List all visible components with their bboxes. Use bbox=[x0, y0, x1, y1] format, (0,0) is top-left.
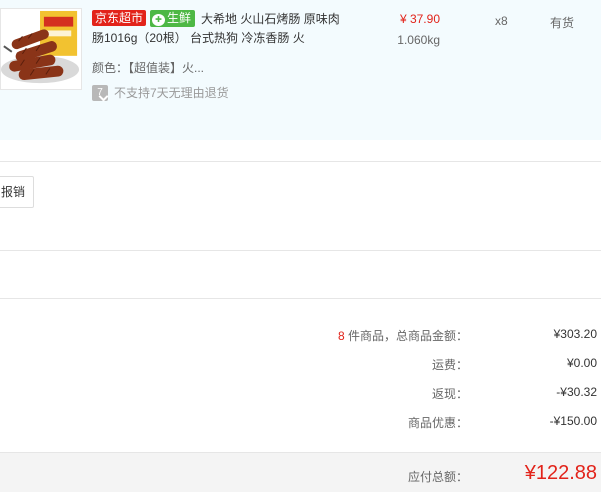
product-thumbnail[interactable] bbox=[0, 8, 82, 90]
summary-discount-row: 商品优惠： -¥150.00 bbox=[0, 414, 601, 434]
goods-total-label: 8 件商品，总商品金额： bbox=[338, 327, 468, 344]
shipping-amount: ¥0.00 bbox=[566, 356, 597, 370]
product-title[interactable]: 京东超市 ✚ 生鲜 大希地 火山石烤肠 原味肉肠1016g（20根） 台式热狗 冷冻香… bbox=[92, 10, 342, 48]
order-item-section: 京东超市 ✚ 生鲜 大希地 火山石烤肠 原味肉肠1016g（20根） 台式热狗 冷冻香… bbox=[0, 0, 601, 140]
item-quantity: x8 bbox=[495, 14, 508, 28]
item-weight: 1.060kg bbox=[397, 33, 440, 47]
unit-price: ¥ 37.90 bbox=[399, 12, 440, 26]
cashback-amount: -¥30.32 bbox=[556, 385, 597, 399]
discount-amount: -¥150.00 bbox=[549, 414, 597, 428]
discount-label: 商品优惠： bbox=[407, 416, 468, 430]
color-value: 【超值装】火... bbox=[128, 61, 205, 75]
cashback-label: 返现： bbox=[431, 387, 468, 401]
sausage-product-image bbox=[1, 9, 81, 89]
color-label: 颜色： bbox=[92, 61, 129, 75]
fresh-badge-label: 生鲜 bbox=[167, 11, 192, 25]
section-divider bbox=[0, 161, 601, 162]
fresh-badge: ✚ 生鲜 bbox=[150, 10, 196, 27]
goods-count: 8 bbox=[337, 329, 345, 343]
jd-supermarket-badge: 京东超市 bbox=[92, 10, 147, 26]
payable-total-label: 应付总额： bbox=[407, 470, 468, 484]
stock-status: 有货 bbox=[550, 16, 575, 30]
color-attribute: 颜色：【超值装】火... bbox=[92, 59, 204, 76]
goods-total-amount: ¥303.20 bbox=[553, 327, 597, 341]
summary-shipping-row: 运费： ¥0.00 bbox=[0, 356, 601, 376]
payable-total-amount: ¥122.88 bbox=[524, 462, 597, 484]
fresh-logo-icon: ✚ bbox=[152, 14, 166, 26]
summary-cashback-row: 返现： -¥30.32 bbox=[0, 385, 601, 405]
summary-goods-row: 8 件商品，总商品金额： ¥303.20 bbox=[0, 327, 601, 347]
payable-total-bar: 应付总额： ¥122.88 bbox=[0, 452, 601, 492]
reimburse-button[interactable]: 报销 bbox=[0, 176, 34, 208]
goods-count-label: 件商品，总商品金额： bbox=[344, 329, 468, 343]
shipping-label: 运费： bbox=[431, 358, 468, 372]
no-return-icon: 7 bbox=[92, 84, 108, 101]
section-divider bbox=[0, 298, 601, 299]
section-divider bbox=[0, 250, 601, 251]
return-policy: 7 不支持7天无理由退货 bbox=[92, 84, 229, 101]
return-policy-text: 不支持7天无理由退货 bbox=[114, 86, 229, 100]
